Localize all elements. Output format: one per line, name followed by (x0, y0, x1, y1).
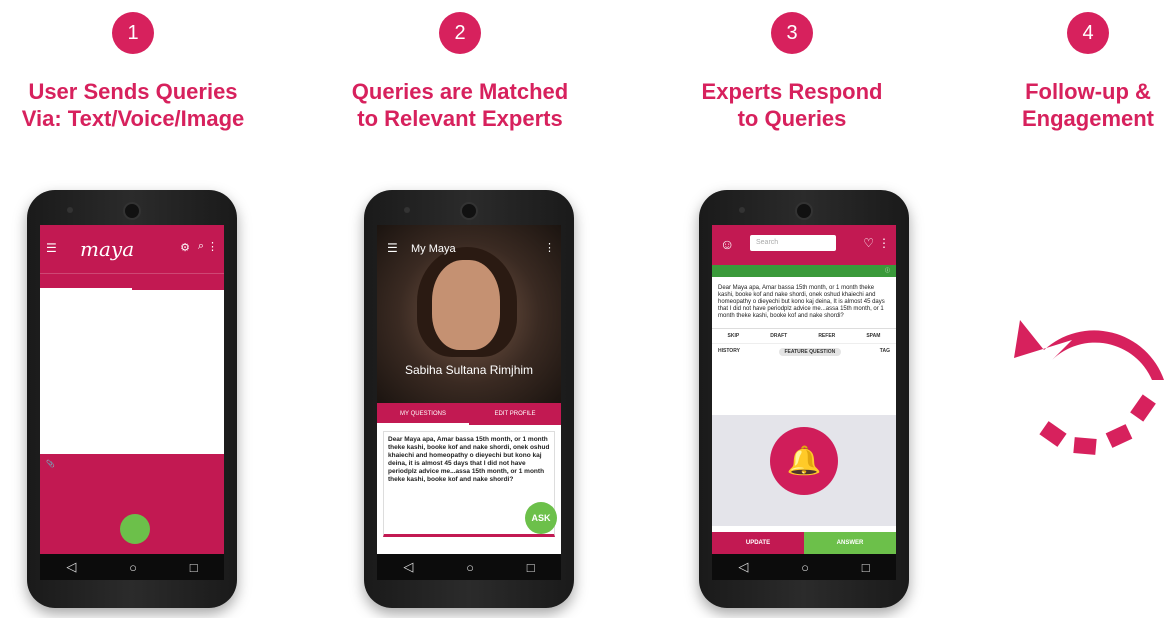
tag-button[interactable]: TAG (880, 348, 890, 356)
spam-button[interactable]: SPAM (866, 333, 880, 339)
back-icon[interactable]: ◁ (738, 559, 748, 575)
step-title: Queries are Matched to Relevant Experts (351, 79, 569, 131)
more-icon[interactable]: ⋮ (878, 236, 890, 250)
app-header: ☺ Search ♡ ⋮ (712, 225, 896, 265)
feature-question-button[interactable]: FEATURE QUESTION (778, 348, 842, 356)
action-row: SKIP DRAFT REFER SPAM (712, 328, 896, 343)
menu-icon[interactable]: ☰ (387, 241, 398, 255)
tab-active[interactable] (40, 274, 132, 290)
question-text: Dear Maya apa, Amar bassa 15th month, or… (718, 285, 885, 319)
attachment-panel: 📎 (40, 454, 224, 554)
android-nav: ◁ ○ □ (377, 554, 561, 580)
app-header: ☰ maya ⚙ ⌕ ⋮ (40, 225, 224, 273)
search-input[interactable]: Search (750, 235, 836, 251)
phone-step-1: ☰ maya ⚙ ⌕ ⋮ 📎 ◁ ○ □ (27, 190, 237, 608)
info-icon[interactable]: ⓘ (885, 265, 890, 277)
search-icon[interactable]: ⌕ (198, 240, 204, 253)
step-title: Experts Respond to Queries (701, 79, 883, 131)
step-2: 2 Queries are Matched to Relevant Expert… (320, 0, 600, 132)
answer-button[interactable]: ANSWER (804, 532, 896, 554)
alert-area: 🔔 (712, 415, 896, 526)
ask-button[interactable] (120, 514, 150, 544)
profile-header: ☰ My Maya ⋮ Sabiha Sultana Rimjhim (377, 225, 561, 403)
draft-button[interactable]: DRAFT (770, 333, 787, 339)
history-button[interactable]: HISTORY (718, 348, 740, 356)
back-icon[interactable]: ◁ (66, 559, 76, 575)
step-3: 3 Experts Respond to Queries (652, 0, 932, 132)
step-4: 4 Follow-up & Engagement (948, 0, 1170, 132)
phone-screen: ☺ Search ♡ ⋮ ⓘ Dear Maya apa, Amar bassa… (712, 225, 896, 580)
android-nav: ◁ ○ □ (40, 554, 224, 580)
speaker (460, 202, 478, 220)
refer-button[interactable]: REFER (818, 333, 835, 339)
recents-icon[interactable]: □ (190, 560, 198, 575)
phone-screen: ☰ My Maya ⋮ Sabiha Sultana Rimjhim MY QU… (377, 225, 561, 580)
tab-edit-profile[interactable]: EDIT PROFILE (469, 403, 561, 425)
profile-name: Sabiha Sultana Rimjhim (404, 363, 534, 377)
step-number: 4 (1067, 12, 1109, 54)
speaker (123, 202, 141, 220)
android-nav: ◁ ○ □ (712, 554, 896, 580)
response-buttons: UPDATE ANSWER (712, 532, 896, 554)
step-number: 2 (439, 12, 481, 54)
tab-bar (40, 273, 224, 290)
tab-inactive[interactable] (132, 274, 224, 290)
question-text: Dear Maya apa, Amar bassa 15th month, or… (388, 436, 550, 483)
home-icon[interactable]: ○ (801, 560, 809, 575)
home-icon[interactable]: ○ (466, 560, 474, 575)
step-title: Follow-up & Engagement (1021, 79, 1155, 131)
maya-logo: maya (80, 237, 135, 261)
question-input[interactable] (40, 290, 224, 296)
cycle-arrow-head (1014, 320, 1164, 380)
step-number: 1 (112, 12, 154, 54)
menu-icon[interactable]: ☰ (46, 241, 57, 255)
bell-alert-icon: 🔔 (770, 427, 838, 495)
recents-icon[interactable]: □ (862, 560, 870, 575)
speaker (795, 202, 813, 220)
action-row-secondary: HISTORY FEATURE QUESTION TAG (712, 343, 896, 360)
skip-button[interactable]: SKIP (728, 333, 740, 339)
maya-logo-icon: ☺ (720, 236, 735, 252)
step-number: 3 (771, 12, 813, 54)
phone-step-3: ☺ Search ♡ ⋮ ⓘ Dear Maya apa, Amar bassa… (699, 190, 909, 608)
ask-fab[interactable]: ASK (525, 502, 557, 534)
update-button[interactable]: UPDATE (712, 532, 804, 554)
tab-my-questions[interactable]: MY QUESTIONS (377, 403, 469, 425)
attach-hint[interactable]: 📎 (40, 454, 224, 475)
step-1: 1 User Sends Queries Via: Text/Voice/Ima… (0, 0, 273, 132)
recents-icon[interactable]: □ (527, 560, 535, 575)
back-icon[interactable]: ◁ (403, 559, 413, 575)
home-icon[interactable]: ○ (129, 560, 137, 575)
question-status-bar: ⓘ (712, 265, 896, 277)
screen-title: My Maya (411, 243, 456, 255)
more-icon[interactable]: ⋮ (544, 241, 555, 254)
cycle-arrow-icon (1014, 320, 1164, 455)
phone-screen: ☰ maya ⚙ ⌕ ⋮ 📎 ◁ ○ □ (40, 225, 224, 580)
phone-step-2: ☰ My Maya ⋮ Sabiha Sultana Rimjhim MY QU… (364, 190, 574, 608)
notification-icon[interactable]: ⚙ (180, 241, 190, 254)
tag-icon[interactable]: ♡ (863, 236, 874, 250)
step-title: User Sends Queries Via: Text/Voice/Image (21, 79, 245, 131)
more-icon[interactable]: ⋮ (207, 240, 218, 253)
tab-bar: MY QUESTIONS EDIT PROFILE (377, 403, 561, 425)
